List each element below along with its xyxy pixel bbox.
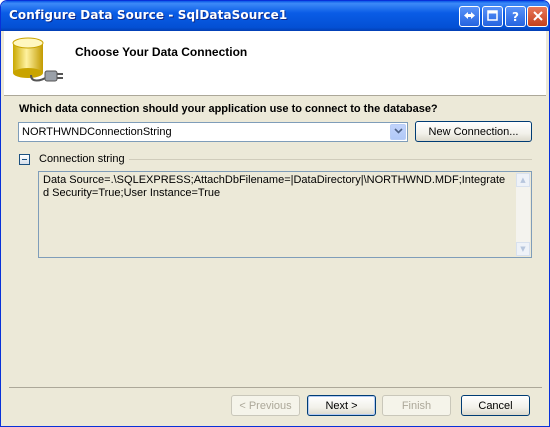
section-divider	[129, 159, 532, 160]
configure-data-source-dialog: Configure Data Source - SqlDataSource1 ?	[0, 0, 550, 427]
previous-label: < Previous	[239, 399, 292, 412]
dropdown-button[interactable]	[390, 124, 406, 140]
close-button[interactable]	[527, 6, 548, 27]
close-icon	[532, 10, 543, 24]
connection-question-label: Which data connection should your applic…	[19, 103, 438, 115]
next-button[interactable]: Next >	[307, 395, 376, 416]
collapse-icon[interactable]	[19, 154, 30, 165]
finish-button[interactable]: Finish	[382, 395, 451, 416]
vertical-scrollbar[interactable]: ▲ ▼	[516, 173, 530, 256]
connection-dropdown-value: NORTHWNDConnectionString	[22, 126, 172, 138]
connection-string-label: Connection string	[39, 153, 125, 165]
footer-divider	[9, 387, 542, 388]
wizard-step-title: Choose Your Data Connection	[75, 45, 248, 59]
new-connection-label: New Connection...	[428, 125, 519, 138]
chevron-down-icon	[393, 127, 403, 137]
restore-button[interactable]	[459, 6, 480, 27]
help-button[interactable]: ?	[505, 6, 526, 27]
window-title: Configure Data Source - SqlDataSource1	[9, 8, 288, 22]
scroll-up-icon[interactable]: ▲	[516, 173, 530, 187]
finish-label: Finish	[401, 399, 432, 412]
connection-string-text: Data Source=.\SQLEXPRESS;AttachDbFilenam…	[43, 174, 506, 199]
database-plug-icon	[9, 35, 65, 87]
cancel-label: Cancel	[478, 399, 513, 412]
new-connection-button[interactable]: New Connection...	[415, 121, 532, 142]
help-icon: ?	[512, 9, 519, 24]
restore-icon	[463, 10, 476, 24]
header-divider	[4, 95, 546, 96]
title-bar[interactable]: Configure Data Source - SqlDataSource1 ?	[1, 1, 549, 31]
previous-button[interactable]: < Previous	[231, 395, 300, 416]
scroll-down-icon[interactable]: ▼	[516, 242, 530, 256]
cancel-button[interactable]: Cancel	[461, 395, 530, 416]
connection-dropdown[interactable]: NORTHWNDConnectionString	[18, 122, 408, 142]
connection-string-box[interactable]: Data Source=.\SQLEXPRESS;AttachDbFilenam…	[38, 171, 532, 258]
next-label: Next >	[325, 399, 358, 412]
wizard-header	[4, 31, 546, 95]
maximize-button[interactable]	[482, 6, 503, 27]
maximize-icon	[487, 9, 498, 24]
